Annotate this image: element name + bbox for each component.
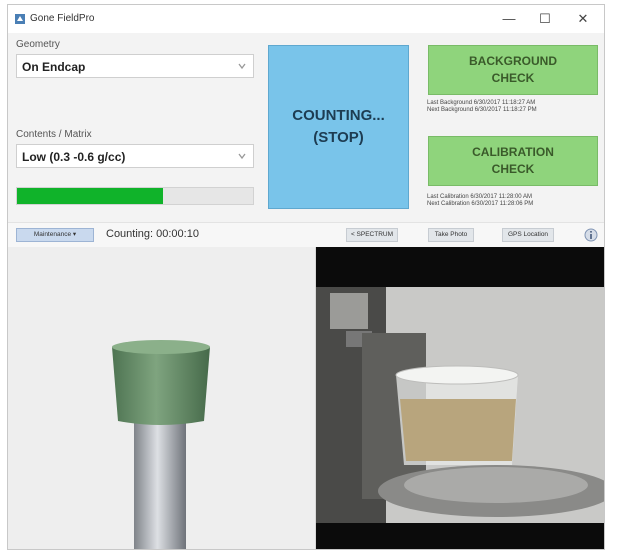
window-title: Gone FieldPro: [30, 13, 95, 24]
spectrum-button[interactable]: < SPECTRUM: [346, 228, 398, 242]
maximize-button[interactable]: ☐: [530, 8, 560, 30]
app-logo-icon: [15, 14, 25, 24]
stop-label: (STOP): [313, 129, 364, 146]
camera-preview: [316, 247, 604, 549]
calibration-check-button[interactable]: CALIBRATION CHECK: [428, 136, 598, 186]
detector-endcap-illustration: [112, 340, 210, 549]
gps-location-button[interactable]: GPS Location: [502, 228, 554, 242]
counting-status: Counting: 00:00:10: [106, 228, 199, 240]
status-toolbar: Maintenance ▾ Counting: 00:00:10 < SPECT…: [8, 222, 604, 248]
geometry-select[interactable]: On Endcap: [16, 54, 254, 78]
contents-selected-value: Low (0.3 -0.6 g/cc): [22, 150, 126, 164]
background-check-button[interactable]: BACKGROUND CHECK: [428, 45, 598, 95]
take-photo-button[interactable]: Take Photo: [428, 228, 474, 242]
camera-photo-sample: [316, 247, 604, 549]
title-bar: Gone FieldPro — ☐ ✕: [8, 5, 604, 33]
next-background-text: Next Background 6/30/2017 11:18:27 PM: [427, 107, 537, 113]
calibration-label: CALIBRATION: [472, 145, 554, 159]
background-label: BACKGROUND: [469, 54, 557, 68]
last-background-text: Last Background 6/30/2017 11:18:27 AM: [427, 100, 536, 106]
close-button[interactable]: ✕: [568, 8, 598, 30]
contents-select[interactable]: Low (0.3 -0.6 g/cc): [16, 144, 254, 168]
progress-fill: [17, 188, 164, 204]
contents-label: Contents / Matrix: [16, 129, 92, 140]
counting-label: COUNTING...: [292, 107, 385, 124]
detector-geometry-view: [8, 247, 316, 549]
detector-body: [134, 419, 186, 549]
geometry-selected-value: On Endcap: [22, 60, 86, 74]
calibration-check-label: CHECK: [491, 162, 535, 176]
chevron-down-icon: [238, 153, 246, 160]
chevron-down-icon: [238, 63, 246, 70]
last-calibration-text: Last Calibration 6/30/2017 11:28:00 AM: [427, 194, 532, 200]
geometry-label: Geometry: [16, 39, 60, 50]
maintenance-dropdown-button[interactable]: Maintenance ▾: [16, 228, 94, 242]
count-progress-bar: [16, 187, 254, 205]
background-check-label: CHECK: [491, 71, 535, 85]
info-icon[interactable]: [584, 228, 598, 242]
counting-stop-button[interactable]: COUNTING... (STOP): [268, 45, 409, 209]
minimize-button[interactable]: —: [494, 8, 524, 30]
next-calibration-text: Next Calibration 6/30/2017 11:28:06 PM: [427, 201, 534, 207]
endcap-top: [112, 340, 210, 354]
app-window: Gone FieldPro — ☐ ✕ Geometry On Endcap C…: [7, 4, 605, 550]
